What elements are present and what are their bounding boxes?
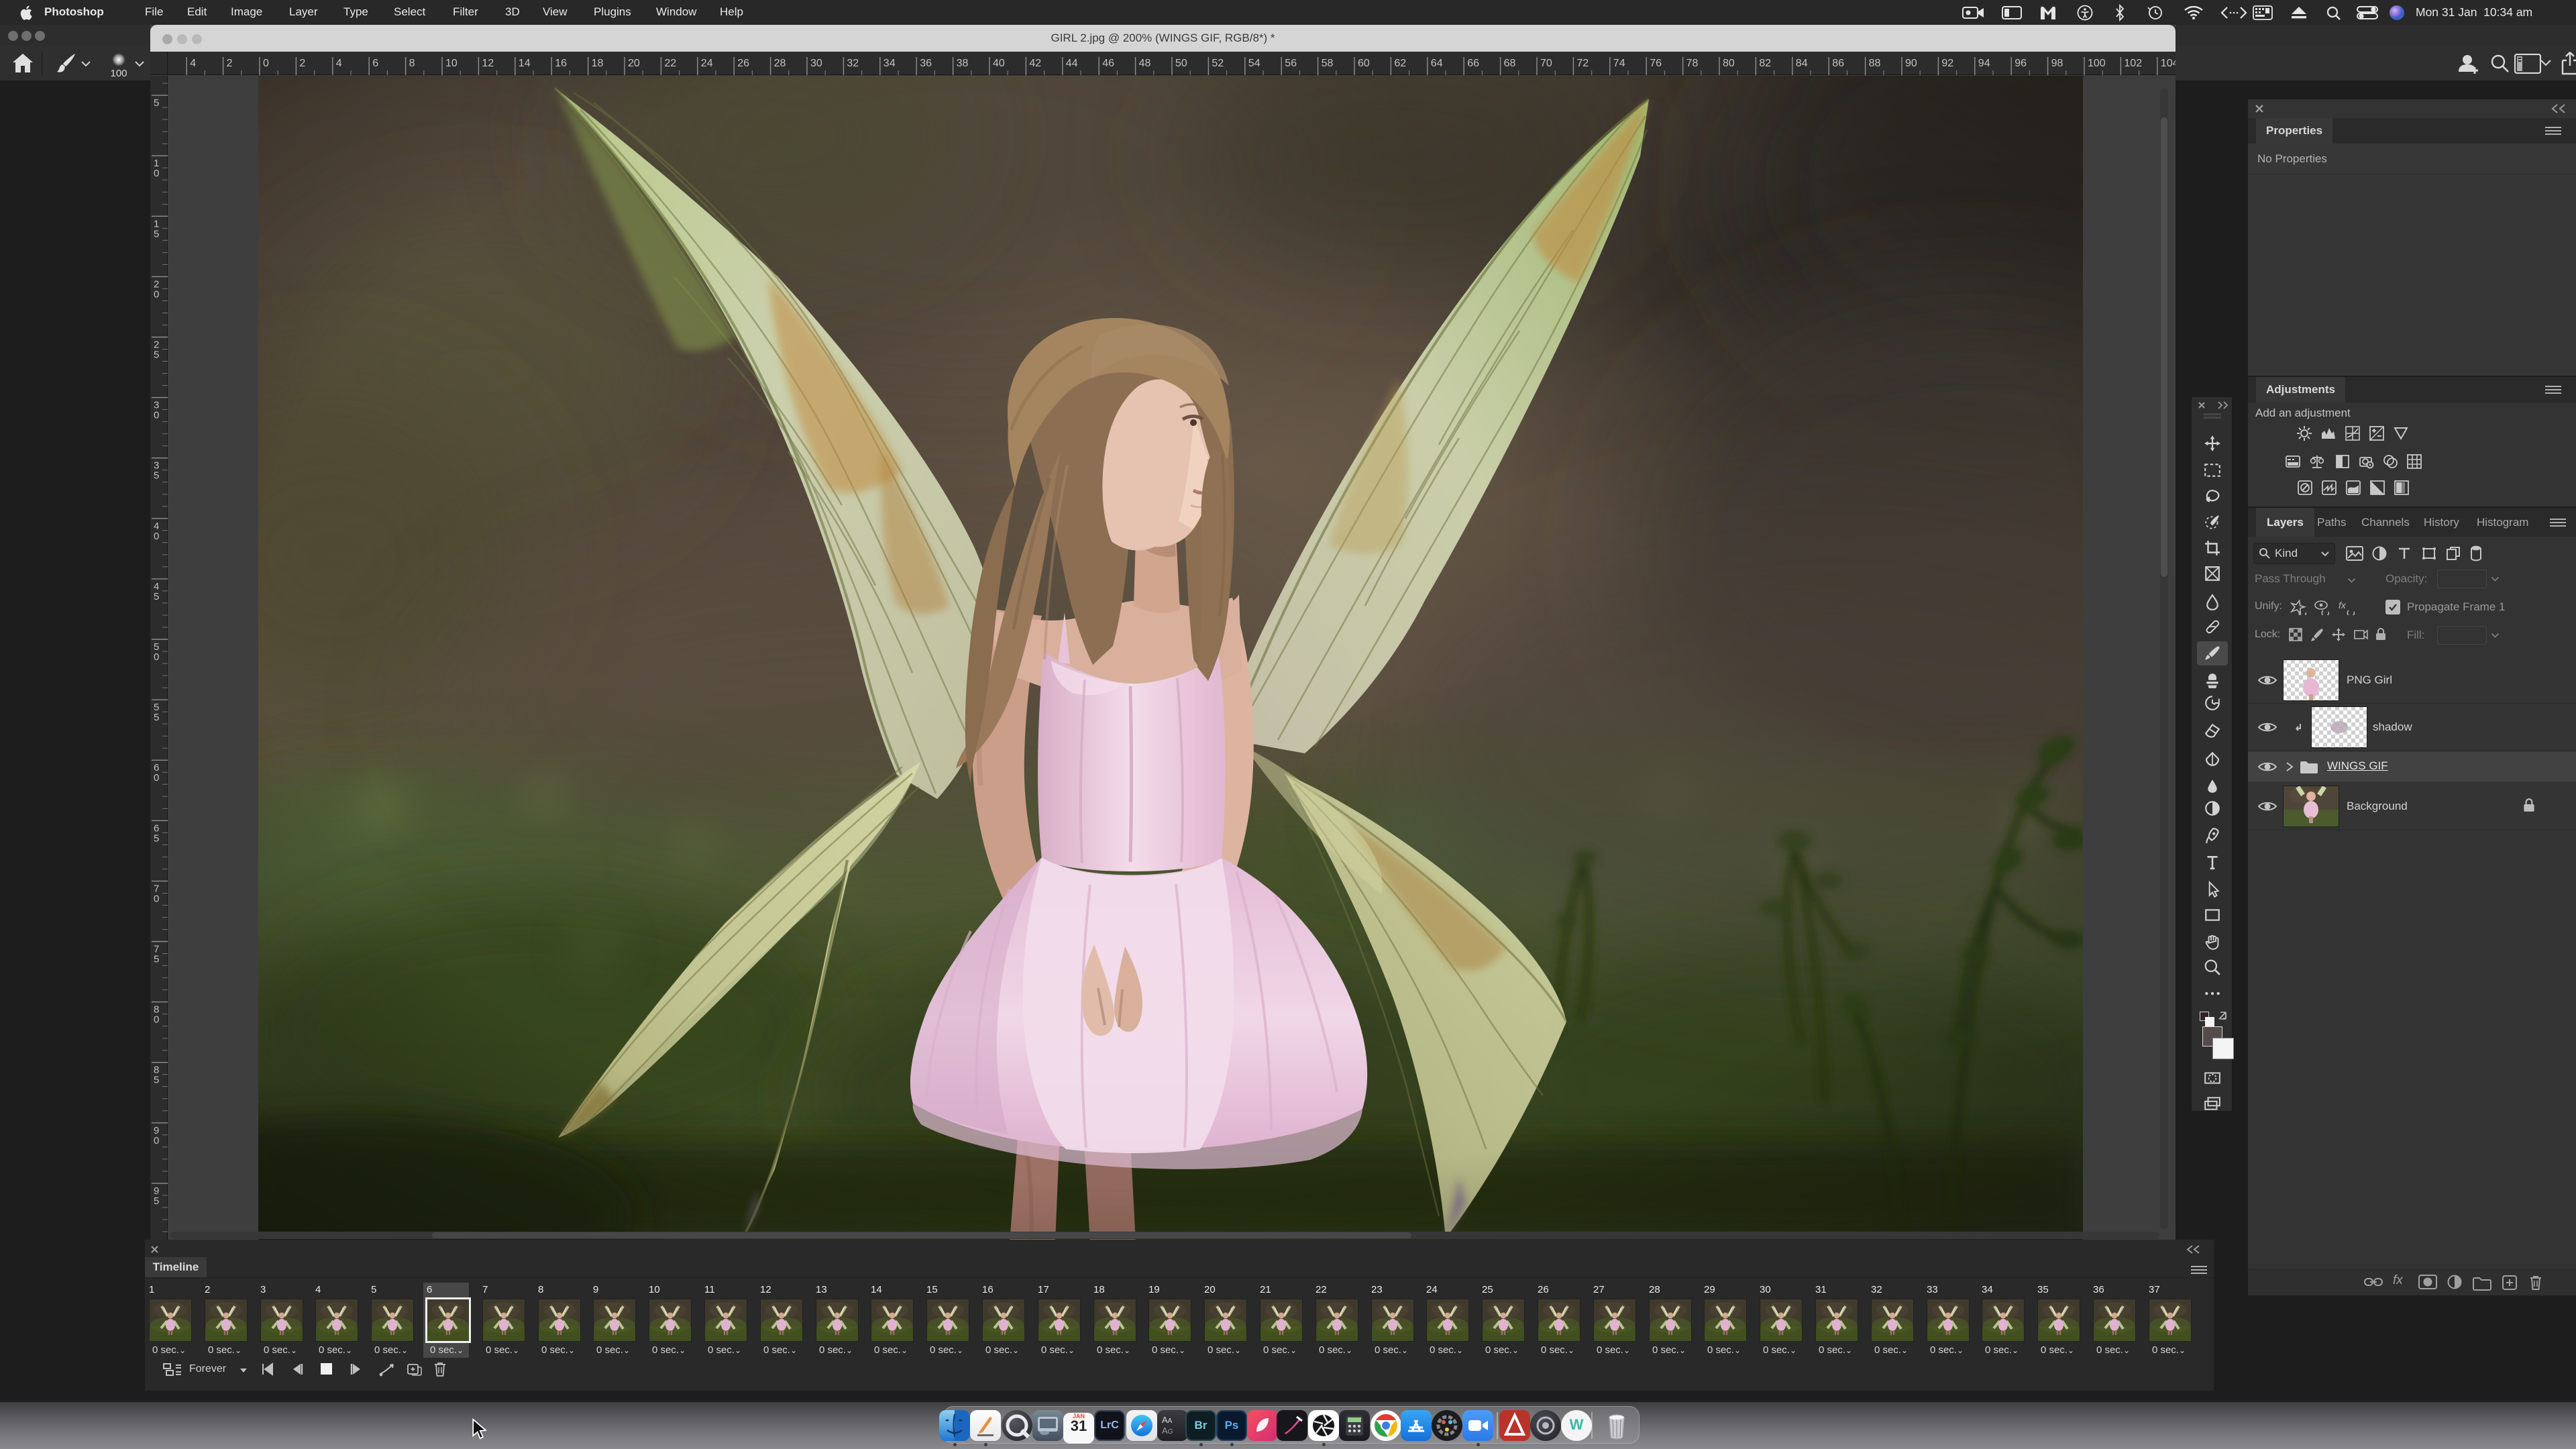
svg-text:32: 32 bbox=[847, 58, 859, 69]
svg-text:5: 5 bbox=[154, 97, 159, 109]
svg-text:4: 4 bbox=[336, 58, 342, 69]
svg-text:8: 8 bbox=[409, 58, 415, 69]
svg-text:64: 64 bbox=[1431, 58, 1443, 69]
svg-text:78: 78 bbox=[1686, 58, 1699, 69]
svg-text:10: 10 bbox=[445, 58, 458, 69]
svg-text:5: 5 bbox=[154, 954, 159, 965]
svg-text:66: 66 bbox=[1467, 58, 1479, 69]
svg-text:42: 42 bbox=[1029, 58, 1041, 69]
svg-text:0: 0 bbox=[154, 410, 159, 421]
svg-text:58: 58 bbox=[1322, 58, 1334, 69]
svg-text:44: 44 bbox=[1066, 58, 1078, 69]
svg-text:70: 70 bbox=[1540, 58, 1552, 69]
svg-text:28: 28 bbox=[774, 58, 786, 69]
svg-text:52: 52 bbox=[1212, 58, 1224, 69]
svg-text:38: 38 bbox=[957, 58, 969, 69]
svg-text:62: 62 bbox=[1394, 58, 1406, 69]
svg-text:0: 0 bbox=[263, 58, 269, 69]
svg-text:0: 0 bbox=[154, 288, 159, 300]
svg-text:56: 56 bbox=[1285, 58, 1297, 69]
svg-text:80: 80 bbox=[1723, 58, 1735, 69]
svg-text:22: 22 bbox=[664, 58, 676, 69]
svg-text:102: 102 bbox=[2124, 58, 2142, 69]
svg-text:0: 0 bbox=[154, 1014, 159, 1026]
svg-text:40: 40 bbox=[993, 58, 1005, 69]
svg-text:68: 68 bbox=[1504, 58, 1516, 69]
svg-text:72: 72 bbox=[1576, 58, 1589, 69]
svg-text:90: 90 bbox=[1905, 58, 1917, 69]
svg-text:50: 50 bbox=[1175, 58, 1187, 69]
svg-text:74: 74 bbox=[1613, 58, 1625, 69]
svg-text:0: 0 bbox=[154, 772, 159, 784]
svg-text:88: 88 bbox=[1869, 58, 1881, 69]
svg-text:5: 5 bbox=[154, 591, 159, 602]
svg-text:16: 16 bbox=[555, 58, 567, 69]
svg-text:24: 24 bbox=[701, 58, 713, 69]
svg-text:92: 92 bbox=[1941, 58, 1953, 69]
svg-text:84: 84 bbox=[1796, 58, 1808, 69]
svg-text:5: 5 bbox=[154, 470, 159, 482]
svg-text:2: 2 bbox=[227, 58, 233, 69]
svg-text:5: 5 bbox=[154, 1075, 159, 1086]
svg-text:4: 4 bbox=[190, 58, 196, 69]
svg-text:82: 82 bbox=[1759, 58, 1771, 69]
svg-text:14: 14 bbox=[519, 58, 531, 69]
svg-text:30: 30 bbox=[810, 58, 822, 69]
svg-text:5: 5 bbox=[154, 833, 159, 844]
svg-text:60: 60 bbox=[1358, 58, 1370, 69]
svg-text:48: 48 bbox=[1139, 58, 1151, 69]
svg-text:104: 104 bbox=[2161, 58, 2176, 69]
svg-text:5: 5 bbox=[154, 228, 159, 239]
svg-text:20: 20 bbox=[628, 58, 640, 69]
svg-text:98: 98 bbox=[2051, 58, 2063, 69]
svg-text:18: 18 bbox=[592, 58, 604, 69]
svg-text:0: 0 bbox=[154, 651, 159, 663]
svg-text:0: 0 bbox=[154, 168, 159, 179]
svg-text:96: 96 bbox=[2015, 58, 2027, 69]
svg-text:2: 2 bbox=[299, 58, 305, 69]
svg-text:5: 5 bbox=[154, 1195, 159, 1207]
svg-text:46: 46 bbox=[1102, 58, 1114, 69]
svg-text:6: 6 bbox=[372, 58, 378, 69]
svg-text:26: 26 bbox=[737, 58, 749, 69]
svg-text:12: 12 bbox=[482, 58, 494, 69]
svg-text:5: 5 bbox=[154, 350, 159, 361]
svg-text:5: 5 bbox=[154, 712, 159, 723]
svg-text:0: 0 bbox=[154, 1135, 159, 1146]
svg-text:34: 34 bbox=[883, 58, 896, 69]
svg-text:36: 36 bbox=[920, 58, 932, 69]
svg-text:54: 54 bbox=[1248, 58, 1260, 69]
svg-text:0: 0 bbox=[154, 531, 159, 542]
svg-text:86: 86 bbox=[1832, 58, 1844, 69]
svg-text:94: 94 bbox=[1978, 58, 1990, 69]
svg-text:76: 76 bbox=[1650, 58, 1662, 69]
svg-text:100: 100 bbox=[2088, 58, 2106, 69]
svg-text:0: 0 bbox=[154, 893, 159, 904]
svg-text:fx: fx bbox=[2339, 600, 2347, 610]
